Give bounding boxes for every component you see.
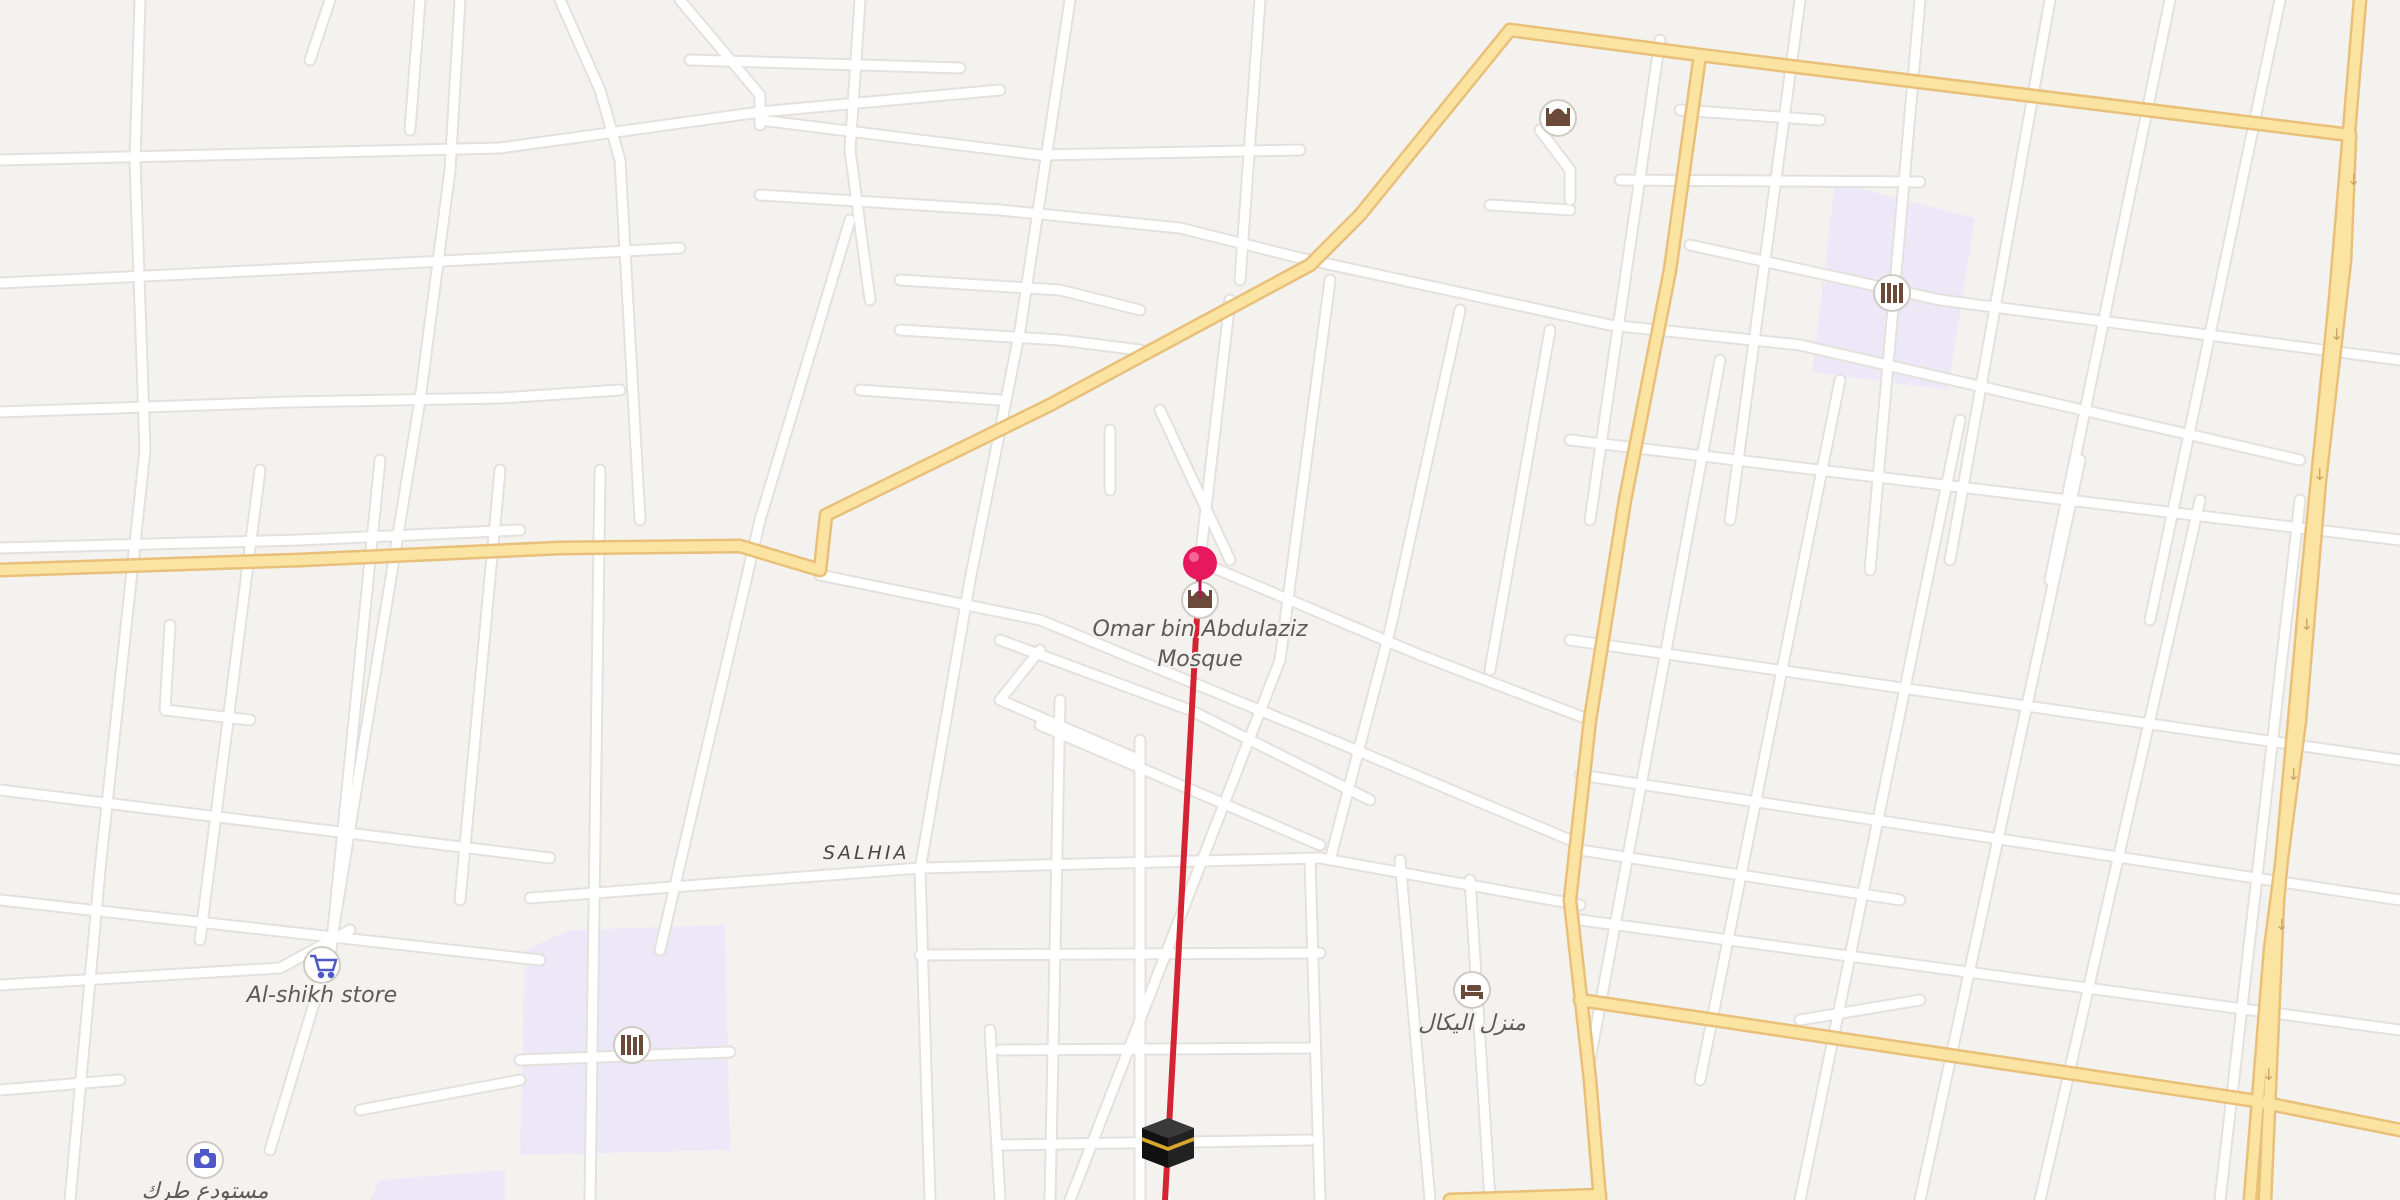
map-view[interactable]: ↓ ↓ ↓ ↓ ↓ ↓ ↓ SALHIA Omar bin Abdulaziz Mosque (0, 0, 2400, 1200)
poi-school-ne[interactable] (1873, 274, 1911, 312)
oneway-arrow-icon: ↓ (2313, 465, 2326, 484)
oneway-arrow-icon: ↓ (2287, 765, 2300, 784)
oneway-arrow-icon: ↓ (2300, 615, 2313, 634)
oneway-arrow-icon: ↓ (2347, 170, 2360, 189)
minor-road (1615, 175, 1925, 187)
poi-school-sw[interactable] (613, 1026, 651, 1064)
poi-mosque-ne[interactable] (1539, 99, 1577, 137)
poi-label: منزل اليكال (1418, 1011, 1526, 1036)
oneway-arrow-icon: ↓ (2275, 915, 2288, 934)
kaaba-marker[interactable] (1142, 1118, 1194, 1168)
oneway-arrow-icon: ↓ (2262, 1065, 2275, 1084)
location-pin-icon (1183, 546, 1217, 580)
district-label: SALHIA (823, 842, 910, 864)
major-road (1445, 1190, 1605, 1200)
kaaba-icon (1142, 1118, 1194, 1168)
poi-label-line1: Omar bin Abdulaziz (1092, 617, 1307, 642)
poi-label: مستودع طرك (141, 1179, 268, 1200)
poi-label: Al-shikh store (245, 983, 397, 1008)
pin-highlight (1189, 552, 1199, 562)
minor-road (915, 948, 1325, 960)
oneway-arrow-icon: ↓ (2330, 325, 2343, 344)
map-canvas[interactable]: ↓ ↓ ↓ ↓ ↓ ↓ ↓ SALHIA Omar bin Abdulaziz Mosque (0, 0, 2400, 1200)
minor-road (1485, 200, 1575, 215)
minor-road (995, 1043, 1315, 1055)
poi-label-line2: Mosque (1157, 647, 1242, 672)
